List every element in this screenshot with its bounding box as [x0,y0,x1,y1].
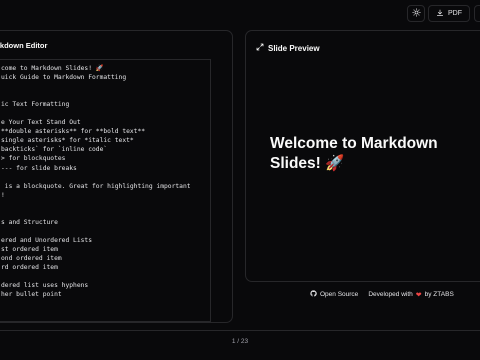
editor-line: rd ordered item [1,264,58,272]
developed-suffix: by ZTABS [424,291,454,298]
developed-by-link[interactable]: Developed with ❤ by ZTABS [368,291,453,299]
markdown-editor-panel: rkdown Editor come to Markdown Slides! 🚀… [0,30,233,323]
github-icon [310,290,317,299]
sun-icon [411,8,421,19]
editor-line: her bullet point [1,291,62,299]
markdown-textarea[interactable]: come to Markdown Slides! 🚀 uick Guide to … [0,59,211,322]
editor-line: e Your Text Stand Out [1,119,81,127]
editor-line: --- for slide breaks [1,164,77,172]
download-icon [436,9,444,19]
open-source-label: Open Source [320,291,359,298]
footer: Open Source Developed with ❤ by ZTABS [310,290,454,299]
editor-line: > for blockquotes [1,155,66,163]
editor-line: **double asterisks** for **bold text** [1,128,146,136]
editor-line: uick Guide to Markdown Formatting [1,74,127,82]
editor-line: s and Structure [1,218,58,226]
slide-navigation-bar: 1 / 23 [0,330,480,360]
editor-line: ered and Unordered Lists [1,236,92,244]
heart-icon: ❤ [415,291,422,299]
editor-line: ! [1,191,5,199]
slide-heading: Welcome to Markdown Slides! 🚀 [270,135,438,172]
developed-prefix: Developed with [368,291,413,298]
editor-line: is a blockquote. Great for highlighting … [1,182,191,190]
editor-line: come to Markdown Slides! 🚀 [1,65,104,72]
expand-icon[interactable] [256,43,264,53]
slide-preview-panel: Slide Preview Welcome to Markdown Slides… [245,30,480,282]
editor-line: ic Text Formatting [1,101,70,109]
editor-line: st ordered item [1,245,58,253]
theme-toggle-button[interactable] [407,5,425,22]
preview-title: Slide Preview [268,43,320,53]
top-toolbar: PDF [0,0,480,28]
editor-title: rkdown Editor [0,41,48,50]
editor-line: ond ordered item [1,254,62,262]
pdf-label: PDF [448,10,462,17]
preview-header: Slide Preview [256,43,320,53]
toolbar-extra-button[interactable] [474,5,480,22]
open-source-link[interactable]: Open Source [310,290,358,299]
editor-line: backticks` for `inline code` [1,146,108,154]
export-pdf-button[interactable]: PDF [428,5,470,22]
editor-line: dered list uses hyphens [1,282,89,290]
editor-line: single asterisks* for *italic text* [1,137,134,145]
slide-counter: 1 / 23 [231,338,249,345]
editor-text: come to Markdown Slides! 🚀 uick Guide to … [1,64,191,299]
